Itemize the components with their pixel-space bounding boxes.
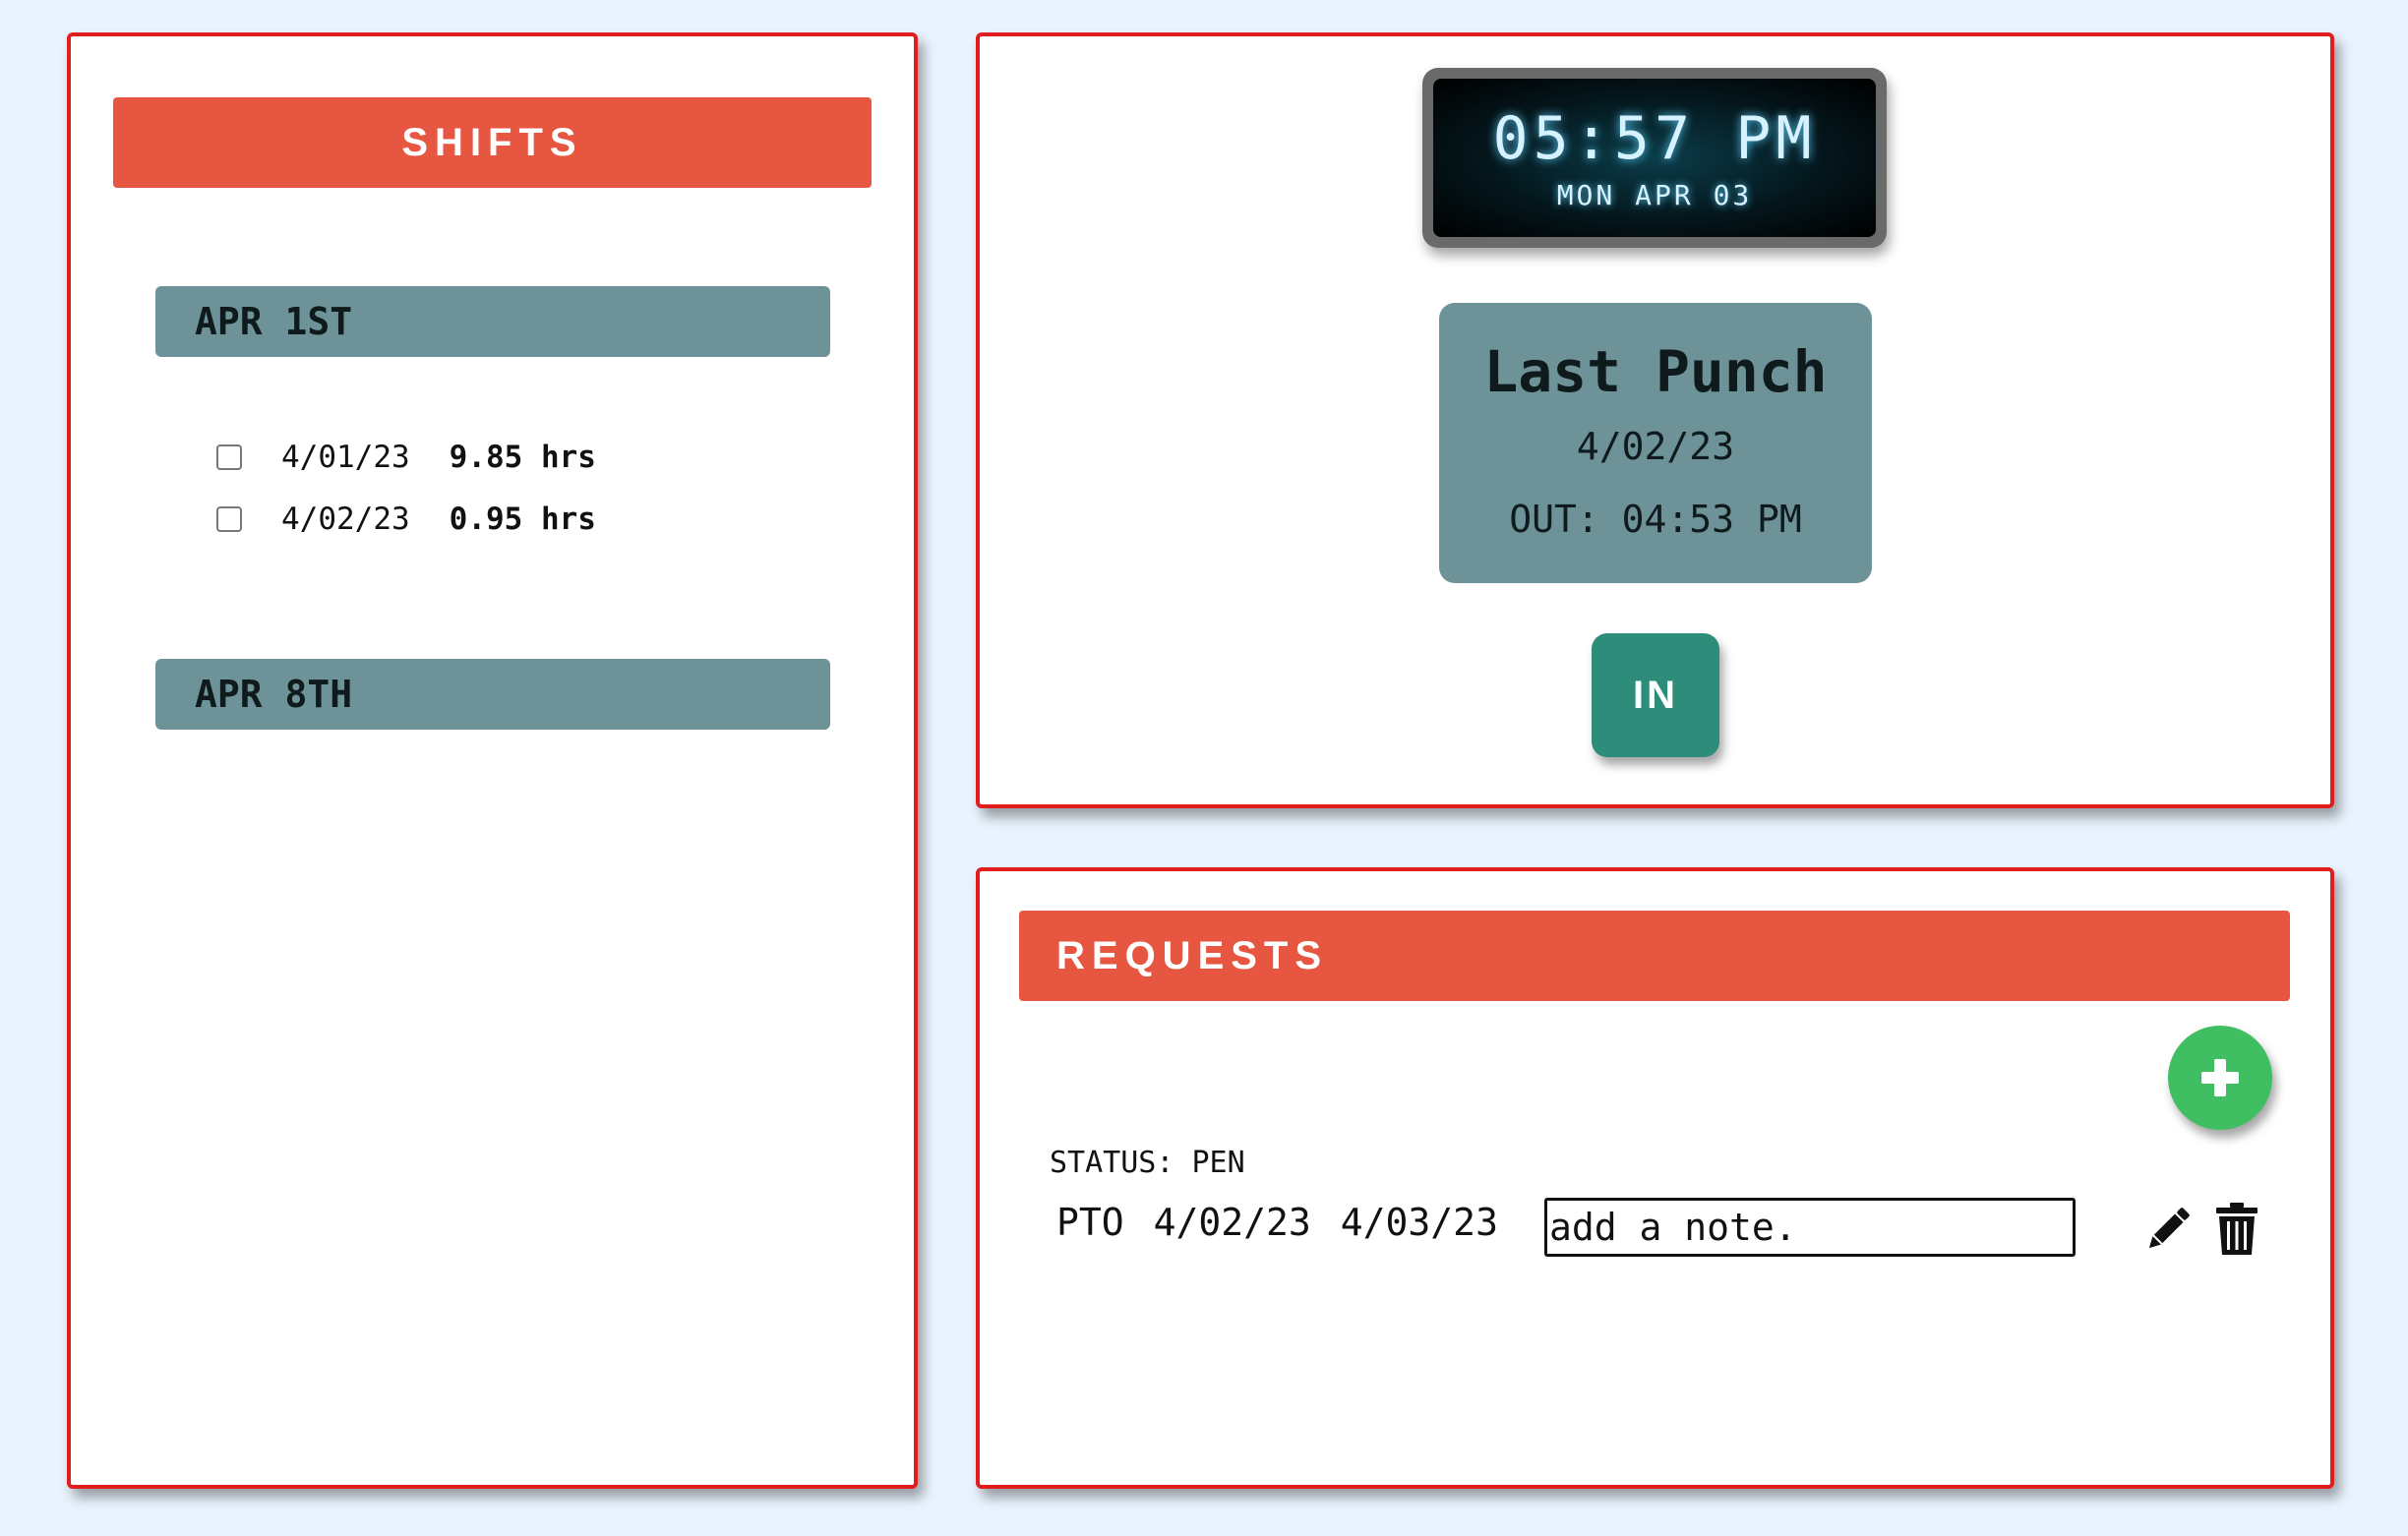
shift-checkbox[interactable]	[216, 506, 242, 532]
requests-panel: REQUESTS STATUS: PEN PTO 4/02/23 4/03/23	[976, 867, 2334, 1489]
shifts-header: SHIFTS	[113, 97, 872, 188]
shift-date: 4/02/23	[281, 502, 410, 537]
requests-header: REQUESTS	[1019, 911, 2290, 1001]
add-request-button[interactable]	[2168, 1026, 2272, 1130]
last-punch-card: Last Punch 4/02/23 OUT: 04:53 PM	[1439, 303, 1872, 583]
shift-row: 4/02/23 0.95 hrs	[216, 502, 596, 537]
shift-date: 4/01/23	[281, 440, 410, 475]
last-punch-date: 4/02/23	[1576, 425, 1735, 468]
week-header-apr-8th[interactable]: APR 8TH	[155, 659, 830, 730]
shift-row: 4/01/23 9.85 hrs	[216, 440, 596, 475]
request-status: STATUS: PEN	[1050, 1146, 1245, 1180]
shift-hours: 9.85 hrs	[449, 440, 596, 475]
clock-date: MON APR 03	[1556, 179, 1753, 211]
shift-hours: 0.95 hrs	[449, 502, 596, 537]
trash-icon[interactable]	[2214, 1202, 2259, 1257]
pencil-icon[interactable]	[2140, 1202, 2196, 1257]
punch-in-button[interactable]: IN	[1592, 633, 1719, 757]
digital-clock: 05:57 PM MON APR 03	[1422, 68, 1887, 248]
request-note-input[interactable]	[1544, 1198, 2076, 1257]
request-row: PTO 4/02/23 4/03/23	[1056, 1201, 1528, 1244]
week-header-apr-1st[interactable]: APR 1ST	[155, 286, 830, 357]
clock-time: 05:57 PM	[1492, 104, 1817, 173]
last-punch-title: Last Punch	[1483, 338, 1828, 405]
shifts-panel: SHIFTS APR 1ST 4/01/23 9.85 hrs 4/02/23 …	[67, 32, 918, 1489]
request-start-date: 4/02/23	[1153, 1201, 1311, 1244]
clock-screen: 05:57 PM MON APR 03	[1433, 79, 1876, 237]
shift-checkbox[interactable]	[216, 444, 242, 470]
request-end-date: 4/03/23	[1340, 1201, 1498, 1244]
request-type: PTO	[1056, 1201, 1124, 1244]
last-punch-out: OUT: 04:53 PM	[1509, 498, 1802, 541]
plus-icon	[2201, 1059, 2239, 1096]
clock-panel: 05:57 PM MON APR 03 Last Punch 4/02/23 O…	[976, 32, 2334, 808]
